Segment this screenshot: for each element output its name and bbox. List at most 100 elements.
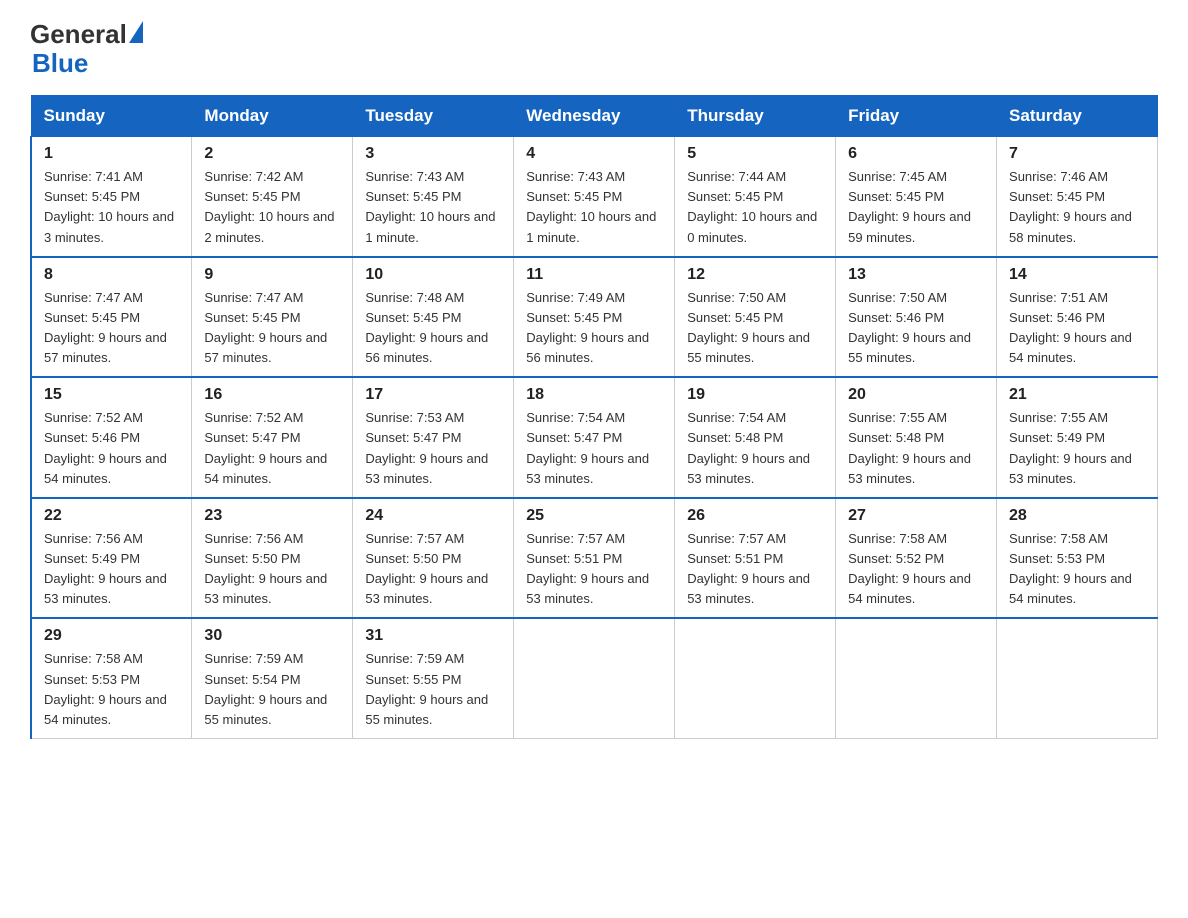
day-info: Sunrise: 7:56 AM Sunset: 5:50 PM Dayligh…	[204, 529, 340, 610]
day-info: Sunrise: 7:58 AM Sunset: 5:53 PM Dayligh…	[1009, 529, 1145, 610]
day-cell: 13 Sunrise: 7:50 AM Sunset: 5:46 PM Dayl…	[836, 257, 997, 378]
day-info: Sunrise: 7:53 AM Sunset: 5:47 PM Dayligh…	[365, 408, 501, 489]
day-cell: 29 Sunrise: 7:58 AM Sunset: 5:53 PM Dayl…	[31, 618, 192, 738]
calendar-table: SundayMondayTuesdayWednesdayThursdayFrid…	[30, 95, 1158, 739]
day-number: 29	[44, 627, 179, 645]
day-number: 6	[848, 145, 984, 163]
day-cell: 10 Sunrise: 7:48 AM Sunset: 5:45 PM Dayl…	[353, 257, 514, 378]
day-cell: 11 Sunrise: 7:49 AM Sunset: 5:45 PM Dayl…	[514, 257, 675, 378]
day-cell: 18 Sunrise: 7:54 AM Sunset: 5:47 PM Dayl…	[514, 377, 675, 498]
day-cell: 9 Sunrise: 7:47 AM Sunset: 5:45 PM Dayli…	[192, 257, 353, 378]
week-row-2: 8 Sunrise: 7:47 AM Sunset: 5:45 PM Dayli…	[31, 257, 1158, 378]
day-number: 18	[526, 386, 662, 404]
day-cell: 30 Sunrise: 7:59 AM Sunset: 5:54 PM Dayl…	[192, 618, 353, 738]
day-info: Sunrise: 7:56 AM Sunset: 5:49 PM Dayligh…	[44, 529, 179, 610]
day-info: Sunrise: 7:49 AM Sunset: 5:45 PM Dayligh…	[526, 288, 662, 369]
day-cell: 23 Sunrise: 7:56 AM Sunset: 5:50 PM Dayl…	[192, 498, 353, 619]
weekday-header-thursday: Thursday	[675, 96, 836, 137]
day-number: 25	[526, 507, 662, 525]
day-number: 17	[365, 386, 501, 404]
day-info: Sunrise: 7:43 AM Sunset: 5:45 PM Dayligh…	[365, 167, 501, 248]
day-number: 19	[687, 386, 823, 404]
day-info: Sunrise: 7:48 AM Sunset: 5:45 PM Dayligh…	[365, 288, 501, 369]
day-info: Sunrise: 7:59 AM Sunset: 5:55 PM Dayligh…	[365, 649, 501, 730]
day-info: Sunrise: 7:50 AM Sunset: 5:45 PM Dayligh…	[687, 288, 823, 369]
day-info: Sunrise: 7:54 AM Sunset: 5:48 PM Dayligh…	[687, 408, 823, 489]
day-number: 30	[204, 627, 340, 645]
day-cell: 20 Sunrise: 7:55 AM Sunset: 5:48 PM Dayl…	[836, 377, 997, 498]
page-header: General Blue	[30, 20, 1158, 77]
day-number: 2	[204, 145, 340, 163]
day-info: Sunrise: 7:55 AM Sunset: 5:48 PM Dayligh…	[848, 408, 984, 489]
day-cell: 3 Sunrise: 7:43 AM Sunset: 5:45 PM Dayli…	[353, 137, 514, 257]
day-cell: 5 Sunrise: 7:44 AM Sunset: 5:45 PM Dayli…	[675, 137, 836, 257]
day-cell: 7 Sunrise: 7:46 AM Sunset: 5:45 PM Dayli…	[997, 137, 1158, 257]
day-cell	[997, 618, 1158, 738]
weekday-header-sunday: Sunday	[31, 96, 192, 137]
day-cell	[514, 618, 675, 738]
day-cell: 31 Sunrise: 7:59 AM Sunset: 5:55 PM Dayl…	[353, 618, 514, 738]
day-info: Sunrise: 7:52 AM Sunset: 5:46 PM Dayligh…	[44, 408, 179, 489]
day-cell: 26 Sunrise: 7:57 AM Sunset: 5:51 PM Dayl…	[675, 498, 836, 619]
day-info: Sunrise: 7:46 AM Sunset: 5:45 PM Dayligh…	[1009, 167, 1145, 248]
day-cell: 17 Sunrise: 7:53 AM Sunset: 5:47 PM Dayl…	[353, 377, 514, 498]
day-info: Sunrise: 7:51 AM Sunset: 5:46 PM Dayligh…	[1009, 288, 1145, 369]
day-number: 31	[365, 627, 501, 645]
day-number: 7	[1009, 145, 1145, 163]
day-cell	[836, 618, 997, 738]
day-number: 13	[848, 266, 984, 284]
weekday-header-friday: Friday	[836, 96, 997, 137]
day-cell: 25 Sunrise: 7:57 AM Sunset: 5:51 PM Dayl…	[514, 498, 675, 619]
day-info: Sunrise: 7:58 AM Sunset: 5:52 PM Dayligh…	[848, 529, 984, 610]
day-number: 10	[365, 266, 501, 284]
day-info: Sunrise: 7:59 AM Sunset: 5:54 PM Dayligh…	[204, 649, 340, 730]
weekday-header-row: SundayMondayTuesdayWednesdayThursdayFrid…	[31, 96, 1158, 137]
logo-triangle-icon	[129, 21, 143, 43]
day-info: Sunrise: 7:57 AM Sunset: 5:50 PM Dayligh…	[365, 529, 501, 610]
day-info: Sunrise: 7:54 AM Sunset: 5:47 PM Dayligh…	[526, 408, 662, 489]
day-info: Sunrise: 7:42 AM Sunset: 5:45 PM Dayligh…	[204, 167, 340, 248]
day-cell: 24 Sunrise: 7:57 AM Sunset: 5:50 PM Dayl…	[353, 498, 514, 619]
weekday-header-monday: Monday	[192, 96, 353, 137]
day-info: Sunrise: 7:58 AM Sunset: 5:53 PM Dayligh…	[44, 649, 179, 730]
day-number: 12	[687, 266, 823, 284]
day-number: 26	[687, 507, 823, 525]
day-info: Sunrise: 7:52 AM Sunset: 5:47 PM Dayligh…	[204, 408, 340, 489]
day-number: 11	[526, 266, 662, 284]
day-info: Sunrise: 7:41 AM Sunset: 5:45 PM Dayligh…	[44, 167, 179, 248]
day-cell: 22 Sunrise: 7:56 AM Sunset: 5:49 PM Dayl…	[31, 498, 192, 619]
day-cell: 19 Sunrise: 7:54 AM Sunset: 5:48 PM Dayl…	[675, 377, 836, 498]
day-info: Sunrise: 7:47 AM Sunset: 5:45 PM Dayligh…	[204, 288, 340, 369]
day-info: Sunrise: 7:45 AM Sunset: 5:45 PM Dayligh…	[848, 167, 984, 248]
day-number: 20	[848, 386, 984, 404]
logo-general-text: General	[30, 20, 127, 49]
day-number: 14	[1009, 266, 1145, 284]
day-number: 24	[365, 507, 501, 525]
day-number: 16	[204, 386, 340, 404]
day-number: 9	[204, 266, 340, 284]
day-number: 23	[204, 507, 340, 525]
day-cell: 8 Sunrise: 7:47 AM Sunset: 5:45 PM Dayli…	[31, 257, 192, 378]
day-number: 5	[687, 145, 823, 163]
week-row-3: 15 Sunrise: 7:52 AM Sunset: 5:46 PM Dayl…	[31, 377, 1158, 498]
day-info: Sunrise: 7:47 AM Sunset: 5:45 PM Dayligh…	[44, 288, 179, 369]
weekday-header-tuesday: Tuesday	[353, 96, 514, 137]
day-cell: 6 Sunrise: 7:45 AM Sunset: 5:45 PM Dayli…	[836, 137, 997, 257]
week-row-4: 22 Sunrise: 7:56 AM Sunset: 5:49 PM Dayl…	[31, 498, 1158, 619]
day-number: 27	[848, 507, 984, 525]
day-info: Sunrise: 7:57 AM Sunset: 5:51 PM Dayligh…	[526, 529, 662, 610]
week-row-1: 1 Sunrise: 7:41 AM Sunset: 5:45 PM Dayli…	[31, 137, 1158, 257]
day-info: Sunrise: 7:44 AM Sunset: 5:45 PM Dayligh…	[687, 167, 823, 248]
weekday-header-wednesday: Wednesday	[514, 96, 675, 137]
day-cell: 21 Sunrise: 7:55 AM Sunset: 5:49 PM Dayl…	[997, 377, 1158, 498]
day-cell: 16 Sunrise: 7:52 AM Sunset: 5:47 PM Dayl…	[192, 377, 353, 498]
day-info: Sunrise: 7:43 AM Sunset: 5:45 PM Dayligh…	[526, 167, 662, 248]
day-info: Sunrise: 7:50 AM Sunset: 5:46 PM Dayligh…	[848, 288, 984, 369]
weekday-header-saturday: Saturday	[997, 96, 1158, 137]
day-cell: 1 Sunrise: 7:41 AM Sunset: 5:45 PM Dayli…	[31, 137, 192, 257]
day-cell: 12 Sunrise: 7:50 AM Sunset: 5:45 PM Dayl…	[675, 257, 836, 378]
week-row-5: 29 Sunrise: 7:58 AM Sunset: 5:53 PM Dayl…	[31, 618, 1158, 738]
day-number: 22	[44, 507, 179, 525]
logo: General Blue	[30, 20, 143, 77]
day-number: 3	[365, 145, 501, 163]
